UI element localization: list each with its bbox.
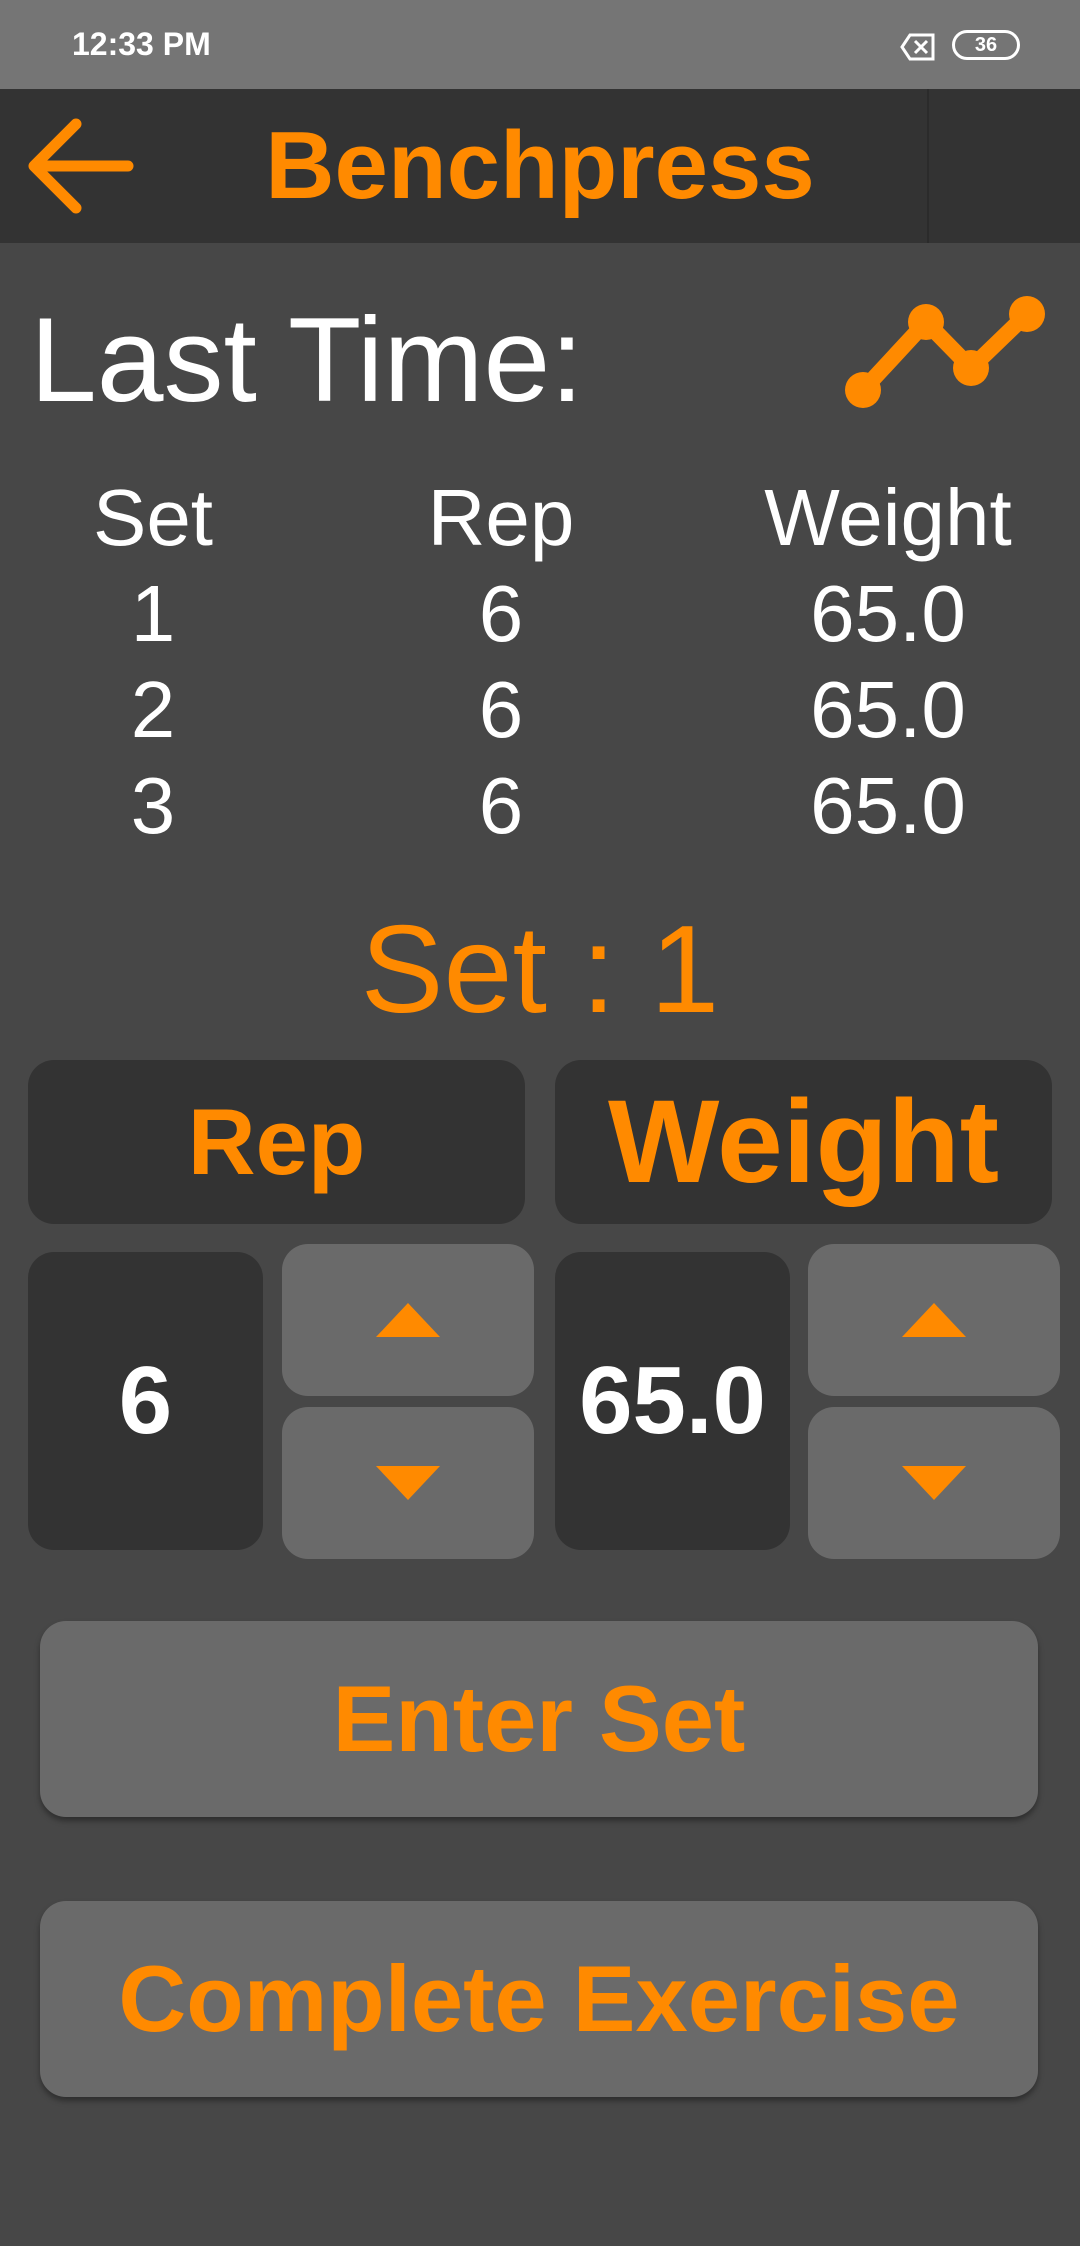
notification-x-icon: [900, 33, 935, 61]
table-header-row: Set Rep Weight: [30, 470, 1050, 566]
battery-indicator: 36: [952, 30, 1020, 60]
rep-value[interactable]: 6: [28, 1252, 263, 1550]
rep-decrease-button[interactable]: [282, 1407, 534, 1559]
table-row: 3 6 65.0: [30, 758, 1050, 854]
page-title: Benchpress: [265, 112, 815, 219]
line-chart-icon[interactable]: [835, 290, 1055, 420]
current-set-label: Set : 1: [360, 901, 720, 1039]
back-button[interactable]: [20, 108, 140, 224]
weight-value[interactable]: 65.0: [555, 1252, 790, 1550]
weight-header: Weight: [555, 1060, 1052, 1224]
cell-set: 2: [130, 665, 176, 754]
last-time-table: Set Rep Weight 1 6 65.0 2 6 65.0 3 6 65.…: [30, 470, 1050, 854]
weight-decrease-button[interactable]: [808, 1407, 1060, 1559]
arrow-left-icon: [28, 118, 134, 214]
enter-set-button[interactable]: Enter Set: [40, 1621, 1038, 1817]
column-header-set: Set: [92, 473, 214, 562]
rep-increase-button[interactable]: [282, 1244, 534, 1396]
cell-weight: 65.0: [810, 569, 966, 658]
last-time-heading: Last Time:: [30, 293, 584, 427]
cell-weight: 65.0: [810, 761, 966, 850]
cell-set: 3: [130, 761, 176, 850]
weight-increase-button[interactable]: [808, 1244, 1060, 1396]
triangle-up-icon: [376, 1303, 440, 1337]
column-header-weight: Weight: [764, 473, 1012, 562]
cell-rep: 6: [478, 761, 524, 850]
table-row: 1 6 65.0: [30, 566, 1050, 662]
cell-weight: 65.0: [810, 665, 966, 754]
cell-rep: 6: [478, 569, 524, 658]
triangle-down-icon: [902, 1466, 966, 1500]
cell-set: 1: [130, 569, 176, 658]
triangle-up-icon: [902, 1303, 966, 1337]
column-header-rep: Rep: [427, 473, 575, 562]
status-time: 12:33 PM: [72, 26, 211, 62]
complete-exercise-button[interactable]: Complete Exercise: [40, 1901, 1038, 2097]
rep-header: Rep: [28, 1060, 525, 1224]
cell-rep: 6: [478, 665, 524, 754]
table-row: 2 6 65.0: [30, 662, 1050, 758]
triangle-down-icon: [376, 1466, 440, 1500]
